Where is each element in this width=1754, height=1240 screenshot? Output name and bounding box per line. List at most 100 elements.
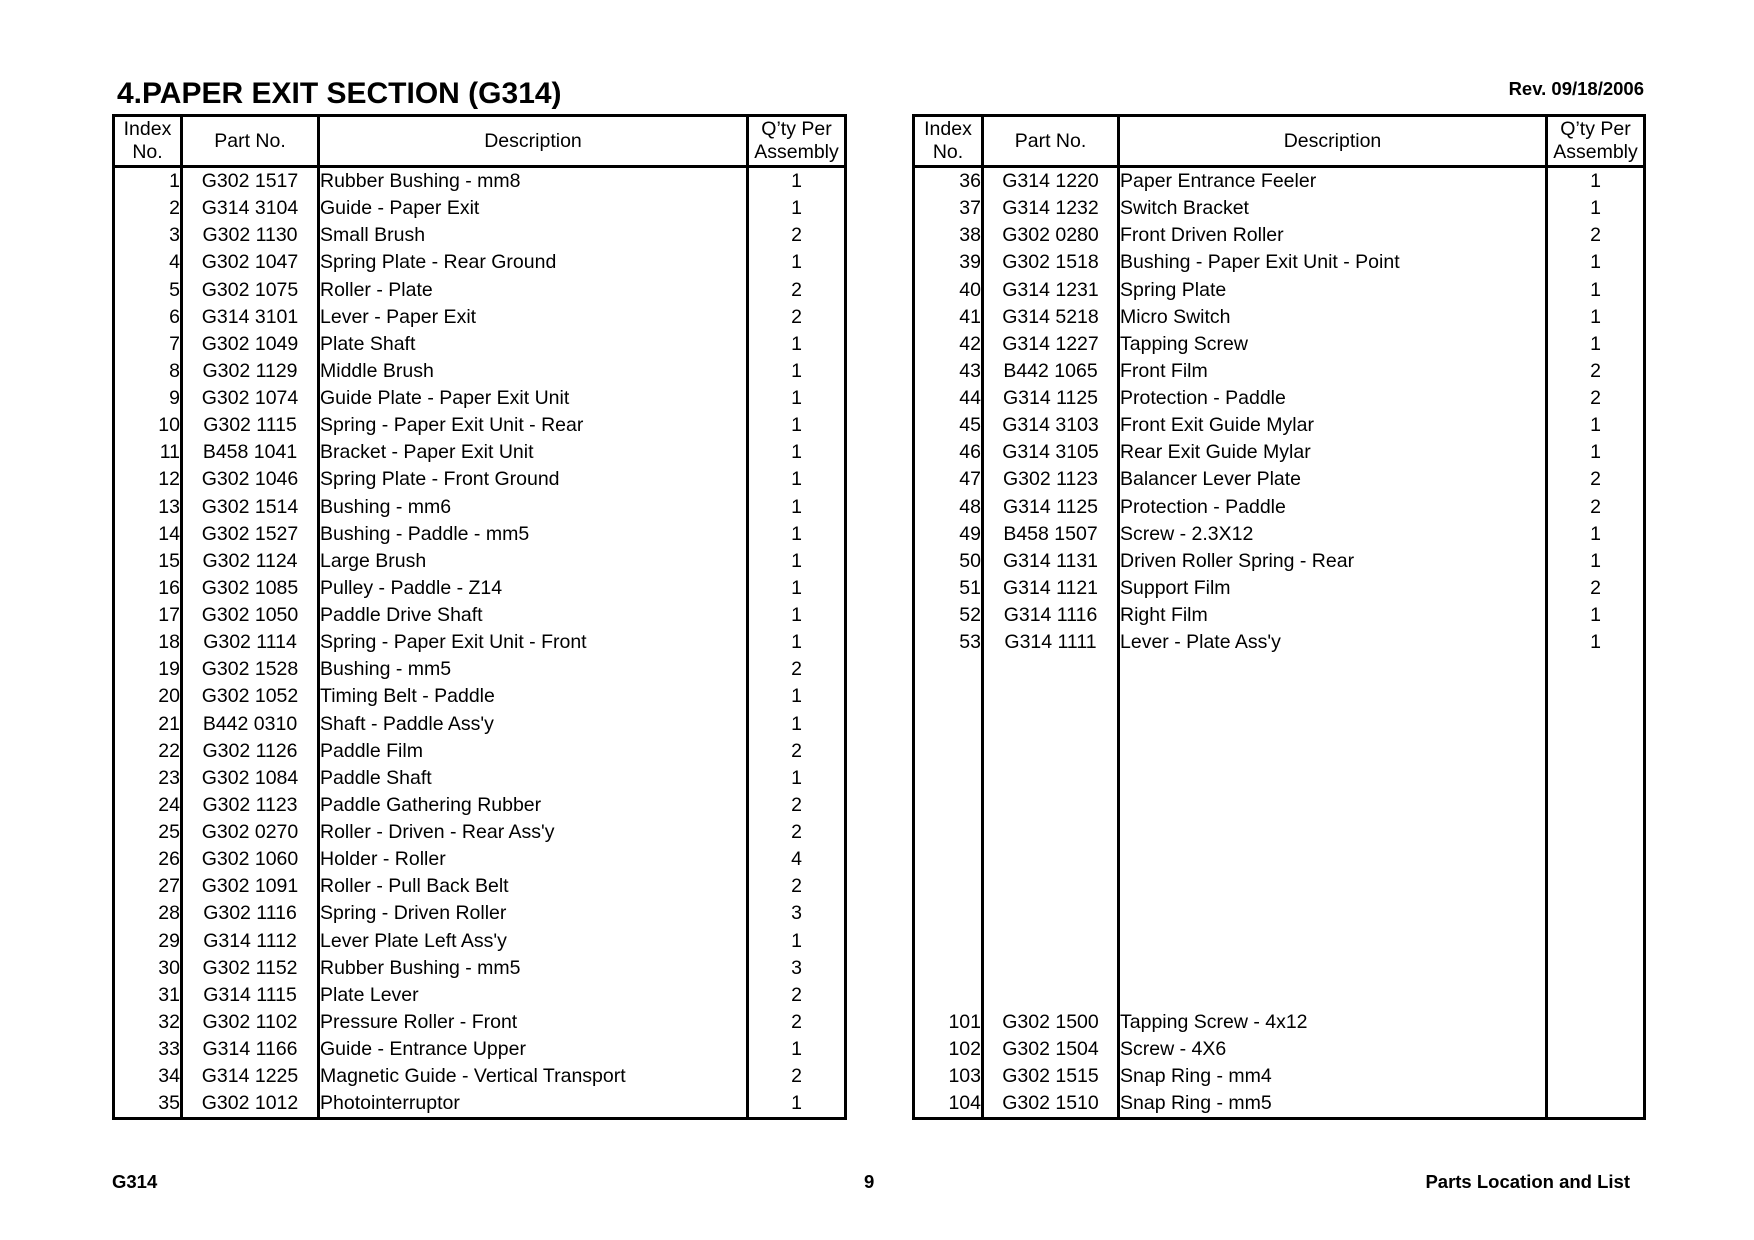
row-part-no <box>981 846 1120 874</box>
row-description: Paddle Shaft <box>317 764 749 792</box>
row-part-no: G314 3105 <box>981 439 1120 467</box>
row-description: Snap Ring - mm5 <box>1117 1090 1548 1119</box>
parts-table-right: Index No. Part No. Description Q’ty Per As… <box>912 114 1646 1121</box>
row-part-no <box>981 981 1120 1009</box>
row-index: 50 <box>912 547 984 575</box>
row-qty: 4 <box>746 846 847 874</box>
row-part-no <box>981 791 1120 819</box>
row-index: 41 <box>912 303 984 331</box>
table-row: 18 G302 1114 Spring - Paper Exit Unit - Fr… <box>112 629 847 657</box>
row-description: Photointerruptor <box>317 1090 749 1119</box>
row-description <box>1117 981 1548 1009</box>
row-qty: 1 <box>746 195 847 223</box>
row-description: Paddle Drive Shaft <box>317 602 749 630</box>
row-qty <box>1545 764 1646 792</box>
row-qty: 1 <box>746 927 847 955</box>
row-index: 2 <box>112 195 183 223</box>
row-qty: 1 <box>746 574 847 602</box>
row-qty: 1 <box>746 249 847 277</box>
row-index: 17 <box>112 602 183 630</box>
row-part-no: G314 5218 <box>981 303 1120 331</box>
row-index: 42 <box>912 330 984 358</box>
row-description: Rubber Bushing - mm8 <box>317 166 749 196</box>
row-index <box>912 873 984 901</box>
row-part-no: G302 1152 <box>180 954 320 982</box>
row-index <box>912 710 984 738</box>
table-row: 46 G314 3105 Rear Exit Guide Mylar 1 <box>912 439 1646 467</box>
table-row: 25 G302 0270 Roller - Driven - Rear Ass'y 2 <box>112 819 847 847</box>
row-index <box>912 981 984 1009</box>
row-index: 38 <box>912 222 984 250</box>
row-description: Snap Ring - mm4 <box>1117 1063 1548 1091</box>
row-part-no: G302 1124 <box>180 547 320 575</box>
row-part-no: G314 3104 <box>180 195 320 223</box>
row-index: 28 <box>112 900 183 928</box>
header-description: Description <box>1117 114 1548 168</box>
row-qty: 1 <box>746 412 847 440</box>
row-description: Roller - Driven - Rear Ass'y <box>317 819 749 847</box>
row-part-no: G302 1012 <box>180 1090 320 1119</box>
table-row: 104 G302 1510 Snap Ring - mm5 <box>912 1090 1646 1119</box>
row-qty: 1 <box>1545 439 1646 467</box>
row-description: Bracket - Paper Exit Unit <box>317 439 749 467</box>
row-part-no <box>981 954 1120 982</box>
row-index: 29 <box>112 927 183 955</box>
row-qty: 2 <box>1545 493 1646 521</box>
row-part-no <box>981 819 1120 847</box>
row-part-no: G314 1116 <box>981 602 1120 630</box>
row-description <box>1117 819 1548 847</box>
table-row: 24 G302 1123 Paddle Gathering Rubber 2 <box>112 791 847 819</box>
row-index <box>912 791 984 819</box>
row-qty <box>1545 981 1646 1009</box>
row-part-no: G302 1091 <box>180 873 320 901</box>
table-row: 13 G302 1514 Bushing - mm6 1 <box>112 493 847 521</box>
table-row: 21 B442 0310 Shaft - Paddle Ass'y 1 <box>112 710 847 738</box>
table-row: 47 G302 1123 Balancer Lever Plate 2 <box>912 466 1646 494</box>
table-row: 16 G302 1085 Pulley - Paddle - Z14 1 <box>112 574 847 602</box>
row-qty: 3 <box>746 954 847 982</box>
row-description: Lever - Paper Exit <box>317 303 749 331</box>
row-index <box>912 846 984 874</box>
row-part-no: G314 1125 <box>981 493 1120 521</box>
row-qty <box>1545 1036 1646 1064</box>
row-description <box>1117 791 1548 819</box>
row-description: Lever - Plate Ass'y <box>1117 629 1548 657</box>
table-row: 39 G302 1518 Bushing - Paper Exit Unit - P… <box>912 249 1646 277</box>
row-index: 43 <box>912 357 984 385</box>
row-description: Guide Plate - Paper Exit Unit <box>317 385 749 413</box>
row-qty: 1 <box>746 357 847 385</box>
row-part-no <box>981 873 1120 901</box>
row-index: 39 <box>912 249 984 277</box>
row-part-no: G302 1085 <box>180 574 320 602</box>
row-part-no: G302 1075 <box>180 276 320 304</box>
row-index: 101 <box>912 1008 984 1036</box>
row-qty: 2 <box>1545 466 1646 494</box>
row-qty: 1 <box>746 710 847 738</box>
row-index: 53 <box>912 629 984 657</box>
row-index: 103 <box>912 1063 984 1091</box>
row-part-no <box>981 900 1120 928</box>
table-row: 23 G302 1084 Paddle Shaft 1 <box>112 764 847 792</box>
header-part-no: Part No. <box>180 114 320 168</box>
table-row: 28 G302 1116 Spring - Driven Roller 3 <box>112 900 847 928</box>
table-row-empty <box>912 900 1646 928</box>
row-qty: 1 <box>746 493 847 521</box>
row-part-no: G314 1125 <box>981 385 1120 413</box>
row-qty <box>1545 927 1646 955</box>
row-description <box>1117 954 1548 982</box>
header-qty: Q’ty Per Assembly <box>1545 114 1646 168</box>
row-description: Small Brush <box>317 222 749 250</box>
table-row-empty <box>912 737 1646 765</box>
row-qty: 3 <box>746 900 847 928</box>
header-qty: Q’ty Per Assembly <box>746 114 847 168</box>
table-row: 42 G314 1227 Tapping Screw 1 <box>912 330 1646 358</box>
row-index: 8 <box>112 357 183 385</box>
table-row: 8 G302 1129 Middle Brush 1 <box>112 357 847 385</box>
row-index <box>912 927 984 955</box>
table-row: 35 G302 1012 Photointerruptor 1 <box>112 1090 847 1119</box>
row-index <box>912 819 984 847</box>
row-description: Middle Brush <box>317 357 749 385</box>
footer-section: Parts Location and List <box>1425 1171 1630 1192</box>
row-part-no: G302 1114 <box>180 629 320 657</box>
row-index: 16 <box>112 574 183 602</box>
